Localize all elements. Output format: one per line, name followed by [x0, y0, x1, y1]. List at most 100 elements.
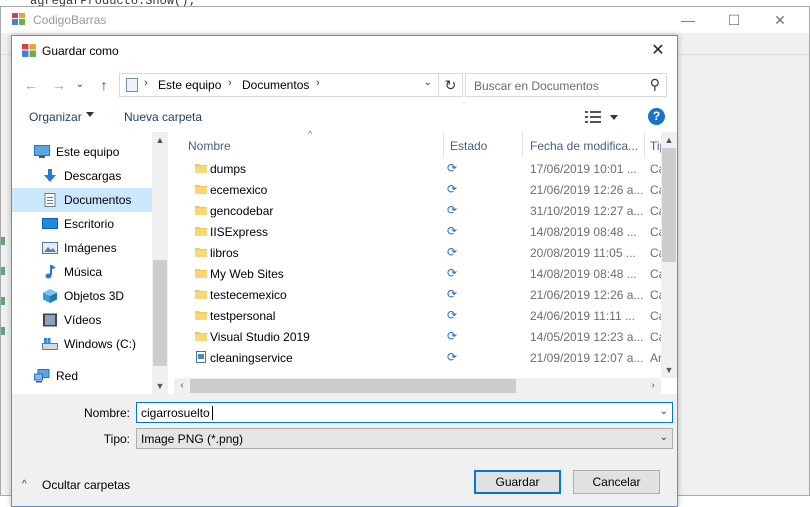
breadcrumb-documentos[interactable]: Documentos: [242, 78, 309, 92]
file-name-input[interactable]: cigarrosuelto ⌄: [136, 402, 673, 423]
file-row[interactable]: libros ⟳ 20/08/2019 11:05 ... Ca: [174, 242, 661, 263]
file-list-horizontal-scrollbar[interactable]: ‹ ›: [174, 378, 661, 394]
scroll-down-button[interactable]: ▼: [661, 362, 677, 378]
nav-item-label: Vídeos: [64, 313, 102, 327]
file-date: 21/06/2019 12:26 a...: [530, 183, 644, 197]
scroll-up-button[interactable]: ▲: [661, 132, 677, 148]
save-button[interactable]: Guardar: [474, 470, 561, 494]
file-row[interactable]: gencodebar ⟳ 31/10/2019 12:27 a... Ca: [174, 200, 661, 221]
up-button[interactable]: ↑: [95, 76, 113, 94]
nav-item-descargas[interactable]: Descargas: [12, 164, 152, 188]
scroll-right-button[interactable]: ›: [645, 378, 661, 394]
file-date: 21/06/2019 12:26 a...: [530, 288, 644, 302]
nav-item-este-equipo[interactable]: Este equipo: [12, 140, 152, 164]
command-toolbar: Organizar Nueva carpeta ?: [12, 104, 677, 130]
nav-item-objetos-3d[interactable]: Objetos 3D: [12, 284, 152, 308]
recent-locations-dropdown[interactable]: ⌄: [74, 76, 86, 94]
breadcrumb-este-equipo[interactable]: Este equipo: [158, 78, 221, 92]
refresh-button[interactable]: ↻: [439, 73, 463, 97]
file-name: testpersonal: [210, 309, 276, 323]
nav-item-windows-c[interactable]: Windows (C:): [12, 332, 152, 356]
sync-status-icon: ⟳: [447, 182, 458, 196]
help-button[interactable]: ?: [648, 108, 665, 125]
nav-item-label: Descargas: [64, 169, 122, 183]
column-header-date[interactable]: Fecha de modifica...: [530, 139, 638, 153]
nav-item-label: Este equipo: [56, 145, 120, 159]
back-button[interactable]: ←: [22, 76, 40, 94]
file-type-dropdown-button[interactable]: ⌄: [660, 432, 668, 443]
file-name: IISExpress: [210, 225, 269, 239]
desktop-icon: [42, 218, 58, 229]
file-row[interactable]: IISExpress ⟳ 14/08/2019 08:48 ... Ca: [174, 221, 661, 242]
dialog-footer: Nombre: cigarrosuelto ⌄ Tipo: Image PNG …: [12, 394, 677, 506]
nav-item-musica[interactable]: Música: [12, 260, 152, 284]
sync-status-icon: ⟳: [447, 308, 458, 322]
file-row[interactable]: cleaningservice ⟳ 21/09/2019 12:07 a... Ar: [174, 347, 661, 368]
breadcrumb-separator[interactable]: ›: [228, 77, 232, 89]
search-placeholder: Buscar en Documentos: [474, 79, 599, 93]
file-type: Ca: [650, 288, 661, 302]
column-divider[interactable]: [522, 132, 523, 158]
sync-status-icon: ⟳: [447, 224, 458, 238]
nav-item-imagenes[interactable]: Imágenes: [12, 236, 152, 260]
address-dropdown-button[interactable]: ⌄: [424, 77, 432, 88]
file-list-vertical-scrollbar[interactable]: ▲ ▼: [661, 132, 677, 378]
scroll-thumb[interactable]: [190, 379, 516, 393]
scroll-thumb[interactable]: [662, 148, 676, 262]
nav-pane-scrollbar[interactable]: ▲ ▼: [152, 132, 168, 394]
forward-button[interactable]: →: [50, 76, 68, 94]
nav-item-escritorio[interactable]: Escritorio: [12, 212, 152, 236]
folder-icon: [195, 290, 207, 299]
new-folder-button[interactable]: Nueva carpeta: [124, 110, 202, 124]
view-options-icon[interactable]: [585, 110, 601, 124]
column-header-name[interactable]: Nombre: [188, 139, 231, 153]
name-label: Nombre:: [83, 406, 130, 420]
file-row[interactable]: My Web Sites ⟳ 14/08/2019 08:48 ... Ca: [174, 263, 661, 284]
dialog-title: Guardar como: [42, 44, 119, 58]
search-icon[interactable]: ⚲: [650, 76, 660, 93]
organize-button[interactable]: Organizar: [29, 110, 82, 124]
column-header-status[interactable]: Estado: [450, 139, 487, 153]
file-date: 31/10/2019 12:27 a...: [530, 204, 644, 218]
cancel-button[interactable]: Cancelar: [573, 470, 660, 494]
nav-item-videos[interactable]: Vídeos: [12, 308, 152, 332]
file-row[interactable]: dumps ⟳ 17/06/2019 10:01 ... Ca: [174, 158, 661, 179]
file-type: Ca: [650, 330, 661, 344]
view-dropdown-chevron-icon[interactable]: [610, 115, 618, 120]
file-name-value[interactable]: cigarrosuelto: [141, 406, 210, 420]
nav-item-red[interactable]: Red: [12, 364, 152, 388]
file-row[interactable]: ecemexico ⟳ 21/06/2019 12:26 a... Ca: [174, 179, 661, 200]
scroll-up-button[interactable]: ▲: [152, 132, 168, 148]
breadcrumb-separator[interactable]: ›: [144, 77, 148, 89]
scroll-thumb[interactable]: [153, 260, 167, 366]
sync-status-icon: ⟳: [447, 287, 458, 301]
file-name-dropdown-button[interactable]: ⌄: [660, 406, 668, 417]
file-name: cleaningservice: [210, 351, 293, 365]
column-header-type[interactable]: Tip: [650, 139, 661, 153]
folder-icon: [195, 248, 207, 257]
scroll-left-button[interactable]: ‹: [174, 378, 190, 394]
breadcrumb-separator[interactable]: ›: [316, 77, 320, 89]
nav-item-documentos[interactable]: Documentos: [12, 188, 152, 212]
column-divider[interactable]: [443, 132, 444, 158]
address-bar[interactable]: › Este equipo › Documentos › ⌄: [119, 73, 439, 97]
folder-icon: [195, 311, 207, 320]
file-row[interactable]: Visual Studio 2019 ⟳ 14/05/2019 12:23 a...…: [174, 326, 661, 347]
file-row[interactable]: testecemexico ⟳ 21/06/2019 12:26 a... Ca: [174, 284, 661, 305]
cube-icon: [43, 289, 57, 303]
column-divider[interactable]: [644, 132, 645, 158]
chevron-down-icon: [86, 112, 94, 117]
parent-close-button[interactable]: ✕: [757, 7, 803, 33]
download-icon: [44, 169, 56, 182]
folder-icon: [195, 332, 207, 341]
search-box[interactable]: Buscar en Documentos ⚲: [465, 73, 667, 97]
scroll-down-button[interactable]: ▼: [152, 378, 168, 394]
file-list-header: ^ Nombre Estado Fecha de modifica... Tip: [174, 129, 661, 158]
file-row[interactable]: testpersonal ⟳ 24/06/2019 11:11 ... Ca: [174, 305, 661, 326]
file-type-select[interactable]: Image PNG (*.png) ⌄: [136, 428, 673, 449]
maximize-button[interactable]: ☐: [711, 7, 757, 33]
file-date: 21/09/2019 12:07 a...: [530, 351, 644, 365]
nav-item-label: Objetos 3D: [64, 289, 125, 303]
minimize-button[interactable]: —: [665, 7, 711, 33]
dialog-close-button[interactable]: ✕: [647, 40, 669, 62]
